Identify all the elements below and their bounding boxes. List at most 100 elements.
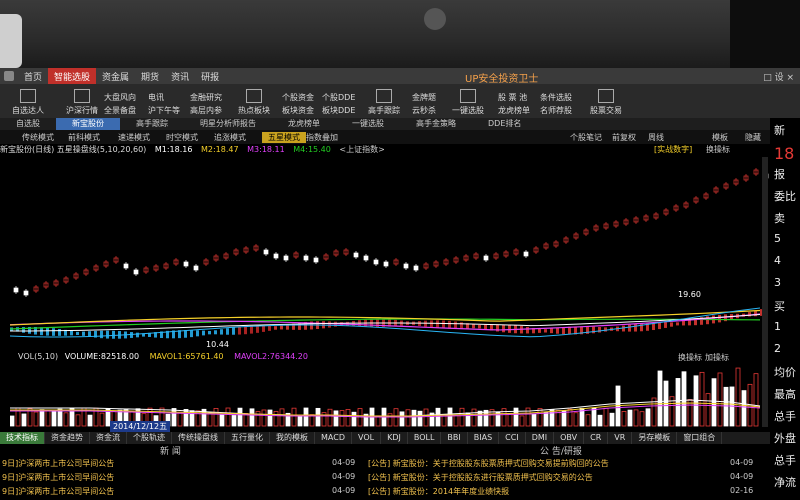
menu-item[interactable]: 智能选股 — [48, 67, 97, 85]
announcement-item[interactable]: [公告] 新宝股份：2014年年度业绩快报 — [368, 486, 509, 500]
signal-bar — [136, 332, 139, 338]
signal-bar — [658, 322, 661, 330]
volume-bar — [507, 413, 513, 427]
indicator-tab[interactable]: MACD — [315, 432, 352, 444]
volume-bar — [417, 410, 423, 427]
indicator-tab[interactable]: CCI — [499, 432, 526, 444]
indicator-tab[interactable]: BIAS — [468, 432, 500, 444]
indicator-tab[interactable]: KDJ — [381, 432, 408, 444]
main-tab[interactable]: 龙虎榜单 — [272, 118, 336, 130]
indicator-tab[interactable]: DMI — [526, 432, 555, 444]
toolbar-link[interactable]: 个股资金 — [282, 92, 314, 103]
toolbar-button[interactable]: 高手跟踪 — [368, 86, 400, 116]
chart-option[interactable]: 前复权 — [612, 132, 636, 143]
volume-bar — [471, 408, 477, 427]
quote-label: 2 — [774, 342, 781, 355]
indicator-tab[interactable]: 我的模板 — [270, 432, 315, 444]
main-tab[interactable]: 新宝股份 — [56, 118, 120, 130]
toolbar-link[interactable]: 云秒杀 — [412, 105, 436, 116]
toolbar-button[interactable]: 沪深行情 — [66, 86, 98, 116]
window-controls[interactable]: □ 设 × — [763, 70, 794, 83]
mode-tab[interactable]: 时空模式 — [166, 132, 198, 143]
signal-bar — [214, 330, 217, 335]
toolbar-link[interactable]: 高层内参 — [190, 105, 222, 116]
indicator-tab[interactable]: 另存模板 — [632, 432, 678, 444]
volume-bar — [249, 408, 255, 427]
toolbar-link[interactable]: 板块资金 — [282, 105, 314, 116]
toolbar-button[interactable]: 一键选股 — [452, 86, 484, 116]
news-item[interactable]: 9日]沪深两市上市公司早间公告 — [2, 486, 114, 500]
toolbar-link[interactable]: 龙虎榜单 — [498, 105, 530, 116]
menu-item[interactable]: 资讯 — [165, 70, 195, 83]
menu-item[interactable]: 期货 — [135, 70, 165, 83]
mode-tab[interactable]: 传统模式 — [22, 132, 54, 143]
toolbar-button[interactable]: 热点板块 — [238, 86, 270, 116]
mavol2-readout: MAVOL2:76344.20 — [234, 352, 308, 361]
main-tab[interactable]: 明星分析师报告 — [184, 118, 272, 130]
indicator-tab[interactable]: 技术指标 — [0, 432, 45, 444]
indicator-tab[interactable]: CR — [584, 432, 609, 444]
toolbar-link[interactable]: 金牌题 — [412, 92, 436, 103]
indicator-tab[interactable]: 个股轨迹 — [127, 432, 172, 444]
main-tab[interactable]: DDE排名 — [472, 118, 537, 130]
indicator-tab[interactable]: 传统操盘线 — [172, 432, 225, 444]
mode-tab[interactable]: 五星模式 — [262, 132, 306, 143]
signal-bar — [508, 324, 511, 333]
chart-option[interactable]: 个股笔记 — [570, 132, 602, 143]
toolbar-link[interactable]: 全景备盘 — [104, 105, 136, 116]
news-item[interactable]: 9日]沪深两市上市公司早间公告 — [2, 472, 114, 486]
toolbar-link[interactable]: 板块DDE — [322, 105, 355, 116]
indicator-tab[interactable]: BBI — [441, 432, 468, 444]
indicator-tab[interactable]: 资金趋势 — [45, 432, 90, 444]
ma1-readout: M1:18.16 — [154, 145, 193, 154]
chart-scrollbar[interactable] — [762, 157, 768, 427]
main-tab[interactable]: 自选股 — [0, 118, 56, 130]
main-tab[interactable]: 一键选股 — [336, 118, 400, 130]
menu-item[interactable]: 首页 — [18, 70, 48, 83]
toolbar-link[interactable]: 沪下午等 — [148, 105, 180, 116]
volume-bar — [327, 408, 333, 427]
menu-item[interactable]: 研报 — [195, 70, 225, 83]
announcement-item[interactable]: [公告] 新宝股份：关于控股股东股票质押式回购交易提前购回的公告 — [368, 458, 609, 472]
indicator-tab[interactable]: VOL — [352, 432, 382, 444]
vol-switch[interactable]: 换操标 — [678, 352, 702, 363]
volume-bar — [39, 409, 45, 427]
main-tab[interactable]: 高手金策略 — [400, 118, 472, 130]
toolbar-link[interactable]: 电讯 — [148, 92, 164, 103]
indicator-tab[interactable]: BOLL — [408, 432, 442, 444]
menu-item[interactable]: 资金属 — [96, 70, 135, 83]
indicator-tab[interactable]: OBV — [554, 432, 585, 444]
toolbar-link[interactable]: 条件选股 — [540, 92, 572, 103]
chart-option[interactable]: 隐藏 — [745, 132, 761, 143]
mode-tab[interactable]: 速递模式 — [118, 132, 150, 143]
toolbar-button[interactable]: 自选达人 — [12, 86, 44, 116]
candle — [313, 257, 319, 263]
mode-tab[interactable]: 追涨模式 — [214, 132, 246, 143]
vol-add[interactable]: 加操标 — [705, 352, 729, 363]
indicator-tab[interactable]: 五行量化 — [225, 432, 270, 444]
signal-bar — [472, 324, 475, 329]
chart-option[interactable]: 周线 — [648, 132, 664, 143]
toolbar-link[interactable]: 个股DDE — [322, 92, 355, 103]
main-tab[interactable]: 高手跟踪 — [120, 118, 184, 130]
switch-indicator[interactable]: 换操标 — [706, 144, 730, 155]
toolbar-link[interactable]: 大盘风向 — [104, 92, 136, 103]
signal-bar — [220, 329, 223, 335]
indicator-tab[interactable]: VR — [608, 432, 633, 444]
toolbar-icon — [246, 89, 262, 103]
toolbar-link[interactable]: 股 票 池 — [498, 92, 527, 103]
toolbar-link[interactable]: 名师荐股 — [540, 105, 572, 116]
signal-bar — [232, 327, 235, 335]
announcement-item[interactable]: [公告] 新宝股份：关于控股股东进行股票质押式回购交易的公告 — [368, 472, 593, 486]
indicator-tab[interactable]: 窗口组合 — [677, 432, 723, 444]
signal-bar — [460, 322, 463, 329]
live-badge[interactable]: [实战数字] — [654, 144, 692, 155]
indicator-tab[interactable]: 资金流 — [90, 432, 127, 444]
mode-tab[interactable]: 指数叠加 — [306, 132, 338, 143]
toolbar: 自选达人 沪深行情 热点板块 高手跟踪 一键选股 股票交易 大盘风向全景备盘 电讯沪下午等 金融… — [0, 84, 800, 119]
news-item[interactable]: 9日]沪深两市上市公司早间公告 — [2, 458, 114, 472]
chart-option[interactable]: 模板 — [712, 132, 728, 143]
toolbar-link[interactable]: 金融研究 — [190, 92, 222, 103]
mode-tab[interactable]: 前科模式 — [68, 132, 100, 143]
toolbar-button[interactable]: 股票交易 — [590, 86, 622, 116]
